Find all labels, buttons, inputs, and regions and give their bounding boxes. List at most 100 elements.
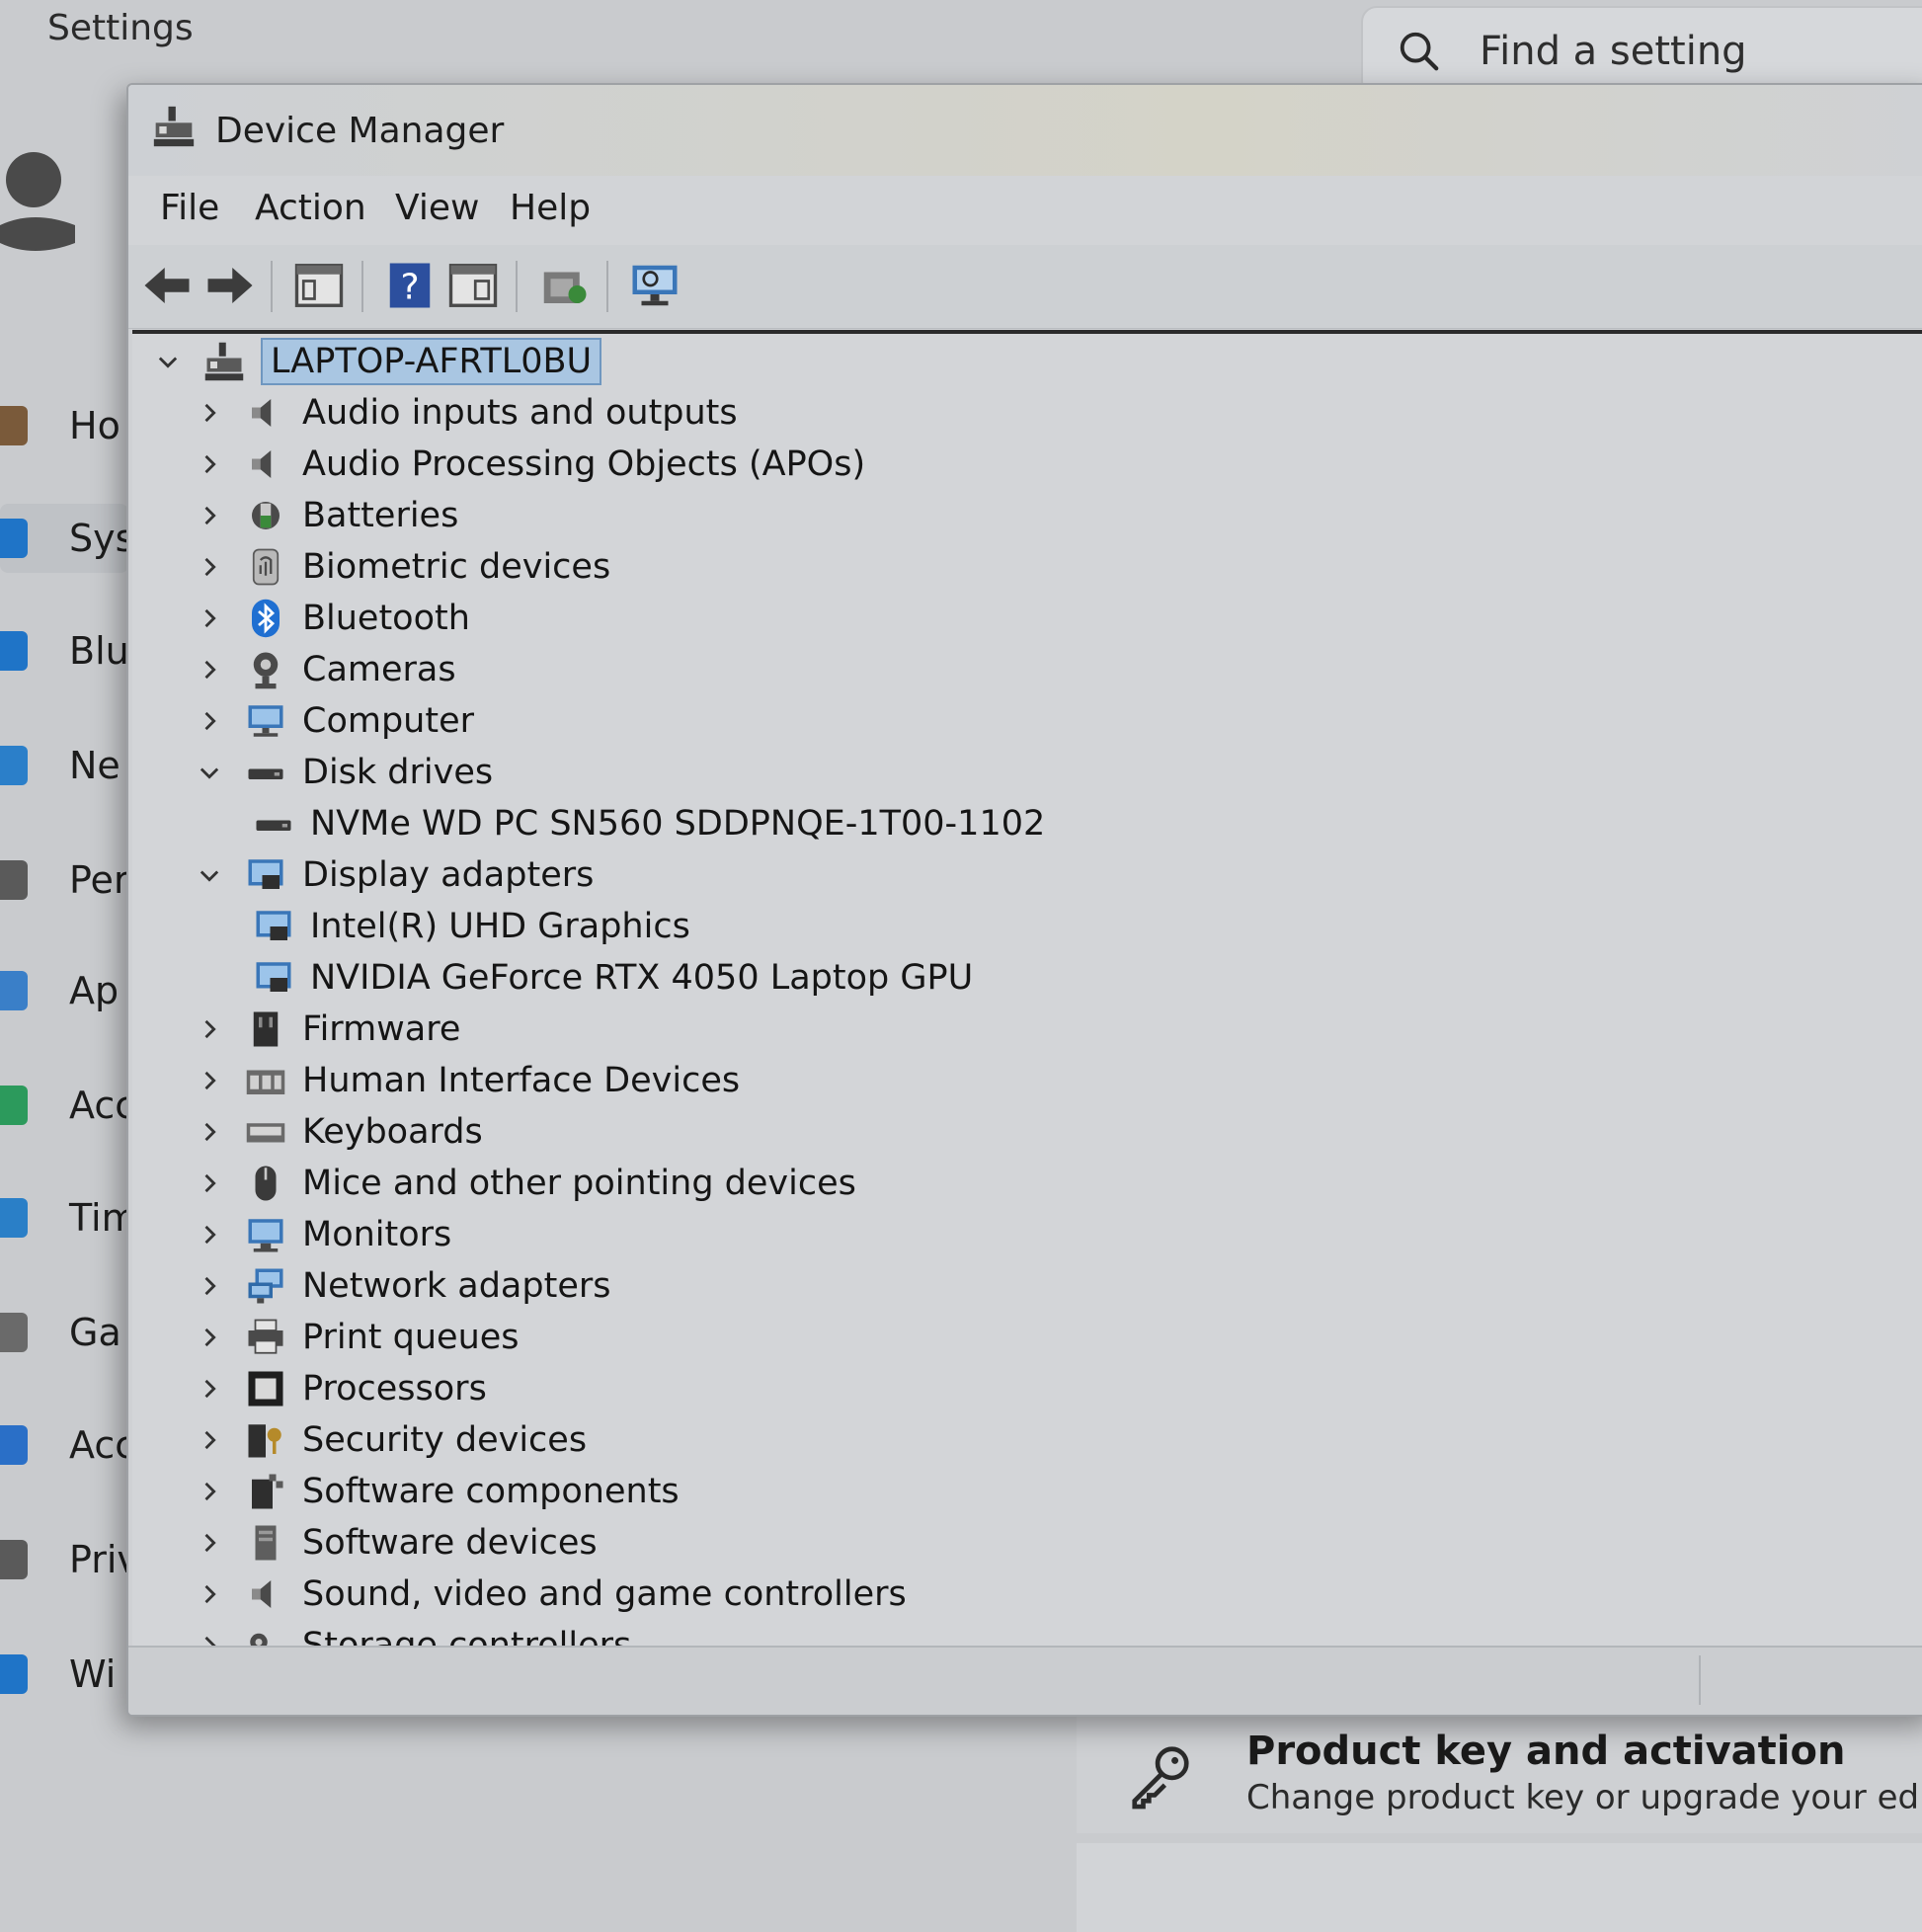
chevron-right-icon[interactable] (196, 656, 223, 684)
keyboard-icon (246, 1123, 285, 1143)
tree-category-item[interactable]: Cameras (196, 644, 456, 695)
chevron-right-icon[interactable] (196, 1375, 223, 1403)
device-manager-titlebar[interactable]: Device Manager (128, 85, 1922, 176)
chevron-right-icon[interactable] (196, 1580, 223, 1608)
tree-category-item[interactable]: Mice and other pointing devices (196, 1158, 856, 1209)
product-key-card[interactable]: Product key and activation Change produc… (1077, 1699, 1922, 1833)
tree-category-item[interactable]: Monitors (196, 1209, 451, 1260)
nav-item-label: Ho (69, 404, 120, 447)
chevron-right-icon[interactable] (196, 1272, 223, 1300)
nav-item-3[interactable]: Blu (0, 616, 129, 685)
chevron-right-icon[interactable] (196, 1169, 223, 1197)
settings-card[interactable] (1077, 1843, 1922, 1932)
nav-item-9[interactable]: Ga (0, 1298, 128, 1367)
chevron-right-icon[interactable] (196, 502, 223, 529)
tree-category-item[interactable]: Storage controllers (196, 1620, 631, 1646)
tree-item-label: Disk drives (302, 753, 494, 792)
update-driver-icon[interactable] (537, 259, 591, 312)
toolbar-separator (271, 261, 273, 312)
chevron-right-icon[interactable] (196, 1015, 223, 1043)
status-bar (128, 1646, 1922, 1715)
back-arrow-icon[interactable] (140, 259, 194, 312)
tree-category-item[interactable]: Audio inputs and outputs (196, 387, 738, 439)
status-divider (1699, 1655, 1701, 1705)
chevron-right-icon[interactable] (196, 1221, 223, 1248)
scan-hardware-icon[interactable] (628, 259, 681, 312)
forward-arrow-icon[interactable] (203, 259, 257, 312)
tree-category-item[interactable]: Bluetooth (196, 593, 470, 644)
tree-category-item[interactable]: Batteries (196, 490, 458, 541)
nav-item-5[interactable]: Per (0, 845, 129, 915)
tree-root[interactable]: LAPTOP-AFRTL0BU (154, 336, 602, 387)
menu-view[interactable]: View (395, 188, 479, 228)
tree-category-item[interactable]: Display adapters (196, 849, 594, 901)
help-icon[interactable]: ? (383, 259, 437, 312)
tree-category-item[interactable]: Software devices (196, 1517, 598, 1569)
chevron-right-icon[interactable] (196, 450, 223, 478)
nav-item-12[interactable]: Wi (0, 1640, 128, 1709)
menu-action[interactable]: Action (255, 188, 366, 228)
search-icon (1400, 32, 1439, 71)
gaming-icon (0, 1313, 28, 1352)
disk-drive-icon (256, 820, 291, 831)
chevron-right-icon[interactable] (196, 1529, 223, 1557)
chevron-right-icon[interactable] (196, 707, 223, 735)
tree-device-item[interactable]: NVIDIA GeForce RTX 4050 Laptop GPU (253, 952, 973, 1004)
tree-category-item[interactable]: Keyboards (196, 1106, 483, 1158)
chevron-right-icon[interactable] (196, 1632, 223, 1646)
device-manager-icon (153, 106, 195, 147)
chevron-down-icon[interactable] (196, 861, 223, 889)
chevron-right-icon[interactable] (196, 1478, 223, 1505)
tree-item-label: Security devices (302, 1420, 588, 1460)
show-hide-console-tree-icon[interactable] (292, 259, 346, 312)
tree-category-item[interactable]: Processors (196, 1363, 487, 1414)
chevron-right-icon[interactable] (196, 553, 223, 581)
chevron-right-icon[interactable] (196, 1426, 223, 1454)
home-icon (0, 406, 28, 445)
tree-item-label: Software components (302, 1472, 680, 1511)
tree-category-item[interactable]: Software components (196, 1466, 680, 1517)
tree-root-label: LAPTOP-AFRTL0BU (261, 338, 602, 385)
tree-category-item[interactable]: Network adapters (196, 1260, 610, 1312)
nav-item-8[interactable]: Tim (0, 1183, 138, 1252)
tree-category-item[interactable]: Disk drives (196, 747, 493, 798)
chevron-right-icon[interactable] (196, 1118, 223, 1146)
nav-item-6[interactable]: Ap (0, 956, 128, 1025)
fingerprint-icon (252, 548, 280, 586)
tree-device-item[interactable]: Intel(R) UHD Graphics (253, 901, 690, 952)
chevron-right-icon[interactable] (196, 399, 223, 427)
menu-help[interactable]: Help (510, 188, 591, 228)
nav-item-1[interactable]: Ho (0, 391, 128, 460)
device-manager-window: Device Manager File Action View Help ? L… (126, 83, 1922, 1717)
accessibility-icon (0, 1425, 28, 1465)
tree-category-item[interactable]: Sound, video and game controllers (196, 1569, 907, 1620)
windows-update-icon (0, 1654, 28, 1694)
tree-category-item[interactable]: Audio Processing Objects (APOs) (196, 439, 865, 490)
tree-category-item[interactable]: Print queues (196, 1312, 520, 1363)
tree-category-item[interactable]: Human Interface Devices (196, 1055, 740, 1106)
chevron-right-icon[interactable] (196, 604, 223, 632)
chevron-down-icon[interactable] (196, 759, 223, 786)
tree-item-label: Cameras (302, 650, 456, 689)
camera-icon (253, 652, 279, 689)
chevron-down-icon[interactable] (154, 348, 182, 375)
properties-pane-icon[interactable] (446, 259, 500, 312)
tree-category-item[interactable]: Firmware (196, 1004, 460, 1055)
speaker-icon (252, 1580, 272, 1608)
nav-item-7[interactable]: Acc (0, 1071, 135, 1140)
chevron-right-icon[interactable] (196, 1324, 223, 1351)
nav-item-2[interactable]: Sys (0, 504, 134, 573)
tree-device-item[interactable]: NVMe WD PC SN560 SDDPNQE-1T00-1102 (253, 798, 1045, 849)
storage-controller-icon (250, 1633, 268, 1646)
nav-item-11[interactable]: Priv (0, 1525, 139, 1594)
computer-root-icon (204, 342, 244, 381)
chevron-right-icon[interactable] (196, 1067, 223, 1094)
tree-item-label: Sound, video and game controllers (302, 1574, 907, 1614)
tree-category-item[interactable]: Biometric devices (196, 541, 610, 593)
nav-item-10[interactable]: Acc (0, 1410, 135, 1480)
tree-category-item[interactable]: Security devices (196, 1414, 587, 1466)
user-avatar[interactable] (0, 148, 79, 257)
menu-file[interactable]: File (160, 188, 219, 228)
tree-category-item[interactable]: Computer (196, 695, 474, 747)
nav-item-4[interactable]: Ne (0, 731, 128, 800)
